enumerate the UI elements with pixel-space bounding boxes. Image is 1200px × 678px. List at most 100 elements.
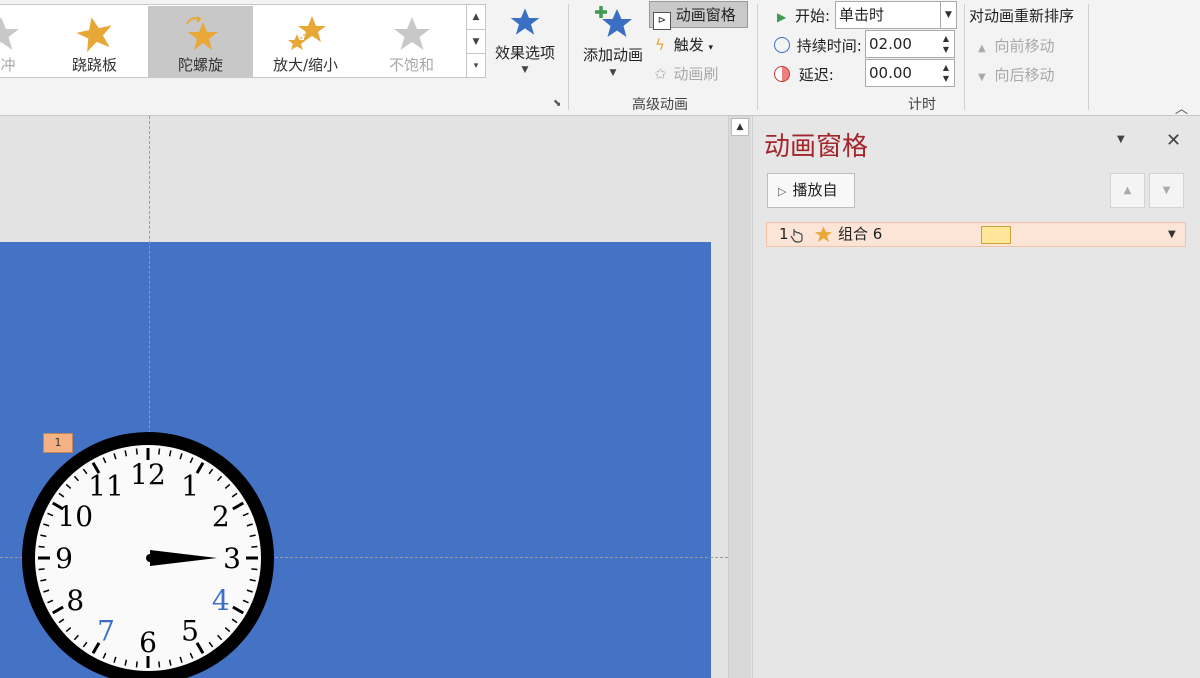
animation-name: 组合 6	[838, 225, 883, 243]
start-dropdown[interactable]: 单击时 ▼	[835, 1, 957, 29]
delay-input[interactable]: 00.00 ▲ ▼	[865, 59, 955, 87]
group-divider	[1088, 4, 1089, 110]
chevron-down-icon: ▼	[521, 65, 529, 75]
chevron-down-icon[interactable]: ▼	[1168, 223, 1176, 246]
gallery-more[interactable]: ▾	[466, 53, 485, 77]
chevron-down-icon: ▾	[708, 43, 714, 53]
clock-number: 9	[55, 542, 73, 575]
delay-label-text: 延迟:	[798, 66, 834, 84]
add-animation-label: 添加动画	[582, 46, 643, 64]
start-value: 单击时	[839, 6, 885, 24]
advanced-animation-group-label: 高级动画	[632, 97, 688, 113]
trigger-button[interactable]: ϟ 触发 ▾	[655, 34, 713, 55]
clock-tick	[135, 448, 138, 455]
pane-title: 动画窗格	[764, 132, 869, 162]
animation-index: 1	[779, 225, 789, 243]
animation-pane: 动画窗格 ▼ ✕ ▷ 播放自 ▲ ▼ 1 组合 6 ▼	[752, 116, 1200, 678]
move-down-button[interactable]: ▼	[1149, 173, 1184, 208]
clock-number: 1	[181, 469, 199, 502]
start-label: ▶ 开始:	[777, 5, 830, 26]
animation-tag[interactable]: 1	[43, 433, 73, 453]
pane-options-dropdown[interactable]: ▼	[1117, 134, 1125, 145]
delay-spinner[interactable]: ▲ ▼	[940, 62, 952, 84]
animation-painter-button[interactable]: ✩ 动画刷	[654, 63, 718, 84]
vertical-scrollbar[interactable]: ▲	[728, 116, 751, 678]
chevron-down-icon[interactable]: ▼	[940, 2, 956, 28]
gallery-item-label: 陀螺旋	[177, 56, 223, 74]
collapse-ribbon-icon[interactable]: ︿	[1175, 98, 1188, 117]
duration-value: 02.00	[869, 35, 912, 53]
move-earlier-button[interactable]: ▲ 向前移动	[978, 35, 1055, 56]
animation-pane-toggle[interactable]: ⊳ 动画窗格	[653, 4, 736, 30]
animation-gallery: ⋯冲 跷跷板 陀螺旋 放大/缩小 不饱和 ▲ ▼ ▾	[0, 4, 486, 78]
clock-number: 7	[97, 615, 115, 648]
ribbon: ⋯冲 跷跷板 陀螺旋 放大/缩小 不饱和 ▲ ▼ ▾ 效果选项 ▼ ⬊ 添加动画	[0, 0, 1200, 117]
gallery-item-label: 不饱和	[388, 56, 434, 74]
gallery-item-label: 跷跷板	[71, 56, 117, 74]
painter-star-icon: ✩	[654, 65, 667, 83]
triangle-down-icon: ▼	[978, 72, 986, 83]
play-from-button[interactable]: ▷ 播放自	[767, 173, 855, 208]
teeter-star-icon	[75, 17, 112, 53]
clock-tick	[251, 568, 258, 571]
animation-pane-icon: ⊳	[653, 12, 671, 30]
trigger-label: 触发	[673, 36, 704, 54]
delay-label: 延迟:	[774, 64, 834, 85]
timing-group-label: 计时	[908, 97, 936, 113]
gallery-item-label: 放大/缩小	[272, 56, 339, 74]
gallery-scroll-down[interactable]: ▼	[466, 29, 485, 53]
clock-number: 11	[88, 469, 124, 502]
group-divider	[757, 4, 758, 110]
duration-label-text: 持续时间:	[796, 37, 862, 55]
move-earlier-label: 向前移动	[994, 37, 1055, 55]
animation-pane-label: 动画窗格	[675, 6, 736, 24]
clock-number: 4	[212, 584, 230, 617]
grow-shrink-star-icon	[287, 16, 326, 50]
gallery-item-desaturate[interactable]: 不饱和	[359, 6, 464, 77]
gallery-scroll-up[interactable]: ▲	[466, 5, 485, 29]
scroll-up-arrow[interactable]: ▲	[731, 118, 749, 136]
clock-number: 6	[139, 626, 157, 659]
animation-list-item[interactable]: 1 组合 6 ▼	[766, 222, 1186, 247]
clock-graphic[interactable]: 12 1234567891011	[20, 316, 277, 678]
gallery-item-grow-shrink[interactable]: 放大/缩小	[253, 6, 358, 77]
duration-spinner[interactable]: ▲ ▼	[940, 33, 952, 55]
close-icon[interactable]: ✕	[1166, 130, 1181, 151]
add-star-icon	[595, 6, 632, 37]
move-later-button[interactable]: ▼ 向后移动	[978, 64, 1055, 85]
delay-value: 00.00	[869, 64, 912, 82]
spin-star-icon	[185, 16, 218, 50]
emphasis-star-icon	[814, 226, 833, 243]
move-later-label: 向后移动	[994, 66, 1055, 84]
lightning-icon: ϟ	[655, 36, 665, 54]
clock-number: 2	[212, 500, 230, 533]
delay-icon	[774, 66, 790, 82]
clock-number: 10	[57, 500, 93, 533]
clock-tick	[38, 568, 45, 571]
add-animation-button[interactable]: 添加动画 ▼	[578, 4, 648, 78]
star-icon	[510, 8, 540, 35]
clock-tick	[38, 545, 45, 548]
clock-number: 12	[130, 458, 166, 491]
group-divider	[568, 4, 569, 110]
clock-number: 8	[66, 584, 84, 617]
clock-tick	[135, 661, 138, 668]
clock-icon	[774, 37, 790, 53]
play-from-label: 播放自	[792, 181, 838, 199]
duration-input[interactable]: 02.00 ▲ ▼	[865, 30, 955, 58]
gallery-item-spin[interactable]: 陀螺旋	[148, 6, 253, 77]
play-triangle-icon: ▷	[778, 185, 787, 198]
start-label-text: 开始:	[795, 7, 831, 25]
effect-options-button[interactable]: 效果选项 ▼	[490, 6, 560, 75]
timeline-bar[interactable]	[981, 226, 1011, 244]
move-up-button[interactable]: ▲	[1110, 173, 1145, 208]
effect-options-label: 效果选项	[494, 44, 555, 62]
dialog-launcher-icon[interactable]: ⬊	[553, 98, 561, 109]
play-triangle-icon: ▶	[777, 10, 787, 24]
clock-number: 5	[181, 615, 199, 648]
animation-painter-label: 动画刷	[673, 65, 719, 83]
mouse-click-icon	[790, 229, 803, 243]
gallery-item-teeter[interactable]: 跷跷板	[42, 6, 147, 77]
clock-number: 3	[223, 542, 241, 575]
duration-label: 持续时间:	[774, 35, 862, 56]
